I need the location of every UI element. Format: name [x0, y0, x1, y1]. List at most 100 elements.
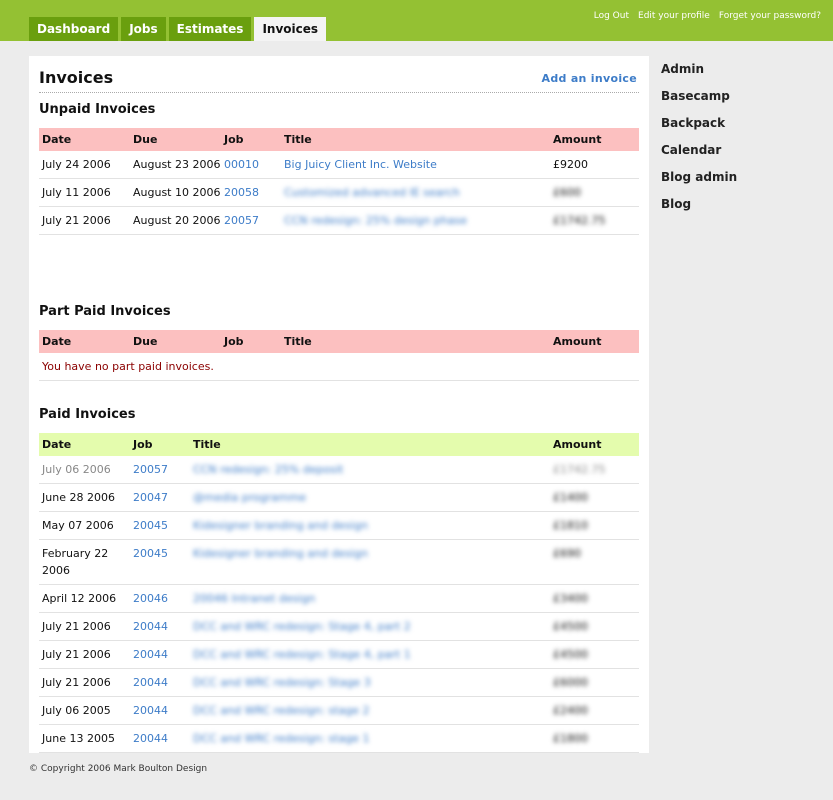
- job-link[interactable]: 20044: [133, 620, 168, 633]
- invoice-date: July 21 2006: [39, 640, 130, 669]
- invoice-amount: £1800: [550, 724, 639, 753]
- invoice-title-link[interactable]: CCN redesign: 25% deposit: [193, 463, 343, 476]
- table-row: June 13 2005 20044 DCC and WRC redesign: s…: [39, 724, 639, 753]
- tab-jobs[interactable]: Jobs: [121, 17, 166, 41]
- tab-dashboard[interactable]: Dashboard: [29, 17, 119, 41]
- table-row: July 21 2006 20044 DCC and WRC redesign: S…: [39, 612, 639, 641]
- sidebar-item-blog-admin[interactable]: Blog admin: [661, 170, 737, 197]
- invoice-amount: £3400: [550, 584, 639, 613]
- invoice-amount: £1742.75: [550, 206, 639, 235]
- col-title: Title: [281, 330, 550, 353]
- invoice-due: August 20 2006: [130, 206, 221, 235]
- table-row: July 06 2005 20044 DCC and WRC redesign: s…: [39, 696, 639, 725]
- sidebar-item-calendar[interactable]: Calendar: [661, 143, 737, 170]
- main-tabs: Dashboard Jobs Estimates Invoices: [29, 17, 329, 41]
- job-link[interactable]: 20045: [133, 519, 168, 532]
- col-job: Job: [221, 330, 281, 353]
- invoice-title-link[interactable]: Big Juicy Client Inc. Website: [284, 158, 437, 171]
- unpaid-heading: Unpaid Invoices: [39, 102, 156, 117]
- invoice-title-link[interactable]: DCC and WRC redesign: stage 1: [193, 732, 369, 745]
- col-amount: Amount: [550, 433, 639, 456]
- table-row: July 21 2006 20044 DCC and WRC redesign: S…: [39, 668, 639, 697]
- invoice-date: July 06 2006: [39, 456, 130, 484]
- paid-header-row: Date Job Title Amount: [39, 433, 639, 456]
- col-amount: Amount: [550, 128, 639, 151]
- job-link[interactable]: 20057: [133, 463, 168, 476]
- job-link[interactable]: 00010: [224, 158, 259, 171]
- invoice-title-link[interactable]: Customized advanced IE search: [284, 186, 460, 199]
- col-due: Due: [130, 128, 221, 151]
- part-paid-table: Date Due Job Title Amount You have no pa…: [39, 330, 639, 381]
- sidebar-item-basecamp[interactable]: Basecamp: [661, 89, 737, 116]
- invoice-date: February 22 2006: [39, 539, 130, 585]
- invoice-date: July 11 2006: [39, 178, 130, 207]
- invoice-amount: £1742.75: [550, 456, 639, 484]
- edit-profile-link[interactable]: Edit your profile: [638, 11, 710, 21]
- invoice-title-link[interactable]: @media programme: [193, 491, 306, 504]
- job-link[interactable]: 20047: [133, 491, 168, 504]
- job-link[interactable]: 20044: [133, 648, 168, 661]
- invoice-title-link[interactable]: DCC and WRC redesign: Stage 3: [193, 676, 371, 689]
- sidebar-item-blog[interactable]: Blog: [661, 197, 737, 224]
- table-row: July 06 2006 20057 CCN redesign: 25% depos…: [39, 456, 639, 484]
- job-link[interactable]: 20058: [224, 186, 259, 199]
- tab-invoices[interactable]: Invoices: [254, 17, 327, 41]
- invoice-title-link[interactable]: Kidesigner branding and design: [193, 547, 368, 560]
- table-row: July 11 2006 August 10 2006 20058 Custom…: [39, 178, 639, 207]
- page-header: Invoices Add an invoice: [39, 68, 639, 93]
- sidebar-item-backpack[interactable]: Backpack: [661, 116, 737, 143]
- empty-message: You have no part paid invoices.: [39, 353, 639, 381]
- log-out-link[interactable]: Log Out: [594, 11, 629, 21]
- table-row: June 28 2006 20047 @media programme £1400: [39, 483, 639, 512]
- col-date: Date: [39, 433, 130, 456]
- job-link[interactable]: 20057: [224, 214, 259, 227]
- invoice-title-link[interactable]: CCN redesign: 25% design phase: [284, 214, 467, 227]
- invoice-date: July 21 2006: [39, 668, 130, 697]
- col-date: Date: [39, 330, 130, 353]
- unpaid-header-row: Date Due Job Title Amount: [39, 128, 639, 151]
- job-link[interactable]: 20045: [133, 547, 168, 560]
- invoice-title-link[interactable]: 20046 Intranet design: [193, 592, 315, 605]
- table-row: You have no part paid invoices.: [39, 353, 639, 381]
- sidebar: Admin Basecamp Backpack Calendar Blog ad…: [661, 62, 737, 224]
- invoice-amount: £2400: [550, 696, 639, 725]
- col-job: Job: [221, 128, 281, 151]
- job-link[interactable]: 20044: [133, 732, 168, 745]
- job-link[interactable]: 20046: [133, 592, 168, 605]
- table-row: July 21 2006 August 20 2006 20057 CCN re…: [39, 206, 639, 235]
- forgot-password-link[interactable]: Forget your password?: [719, 11, 821, 21]
- invoice-amount: £4500: [550, 612, 639, 641]
- table-row: July 21 2006 20044 DCC and WRC redesign: S…: [39, 640, 639, 669]
- tab-estimates[interactable]: Estimates: [168, 17, 252, 41]
- invoice-date: July 06 2005: [39, 696, 130, 725]
- col-due: Due: [130, 330, 221, 353]
- sidebar-item-admin[interactable]: Admin: [661, 62, 737, 89]
- invoice-date: June 13 2005: [39, 724, 130, 753]
- invoice-title-link[interactable]: DCC and WRC redesign: Stage 4, part 2: [193, 620, 411, 633]
- col-title: Title: [190, 433, 550, 456]
- invoice-amount: £4500: [550, 640, 639, 669]
- footer-copyright: © Copyright 2006 Mark Boulton Design: [29, 764, 208, 774]
- invoice-title-link[interactable]: DCC and WRC redesign: Stage 4, part 1: [193, 648, 411, 661]
- paid-heading: Paid Invoices: [39, 407, 136, 422]
- col-date: Date: [39, 128, 130, 151]
- invoice-title-link[interactable]: Kidesigner branding and design: [193, 519, 368, 532]
- table-row: July 24 2006 August 23 2006 00010 Big Ju…: [39, 151, 639, 179]
- top-bar: Dashboard Jobs Estimates Invoices Log Ou…: [0, 0, 833, 41]
- account-links: Log Out Edit your profile Forget your pa…: [594, 11, 821, 21]
- invoice-date: July 21 2006: [39, 206, 130, 235]
- invoice-title-link[interactable]: DCC and WRC redesign: stage 2: [193, 704, 369, 717]
- paid-table: Date Job Title Amount July 06 2006 20057 C…: [39, 433, 639, 753]
- invoice-date: April 12 2006: [39, 584, 130, 613]
- col-title: Title: [281, 128, 550, 151]
- invoice-amount: £1400: [550, 483, 639, 512]
- job-link[interactable]: 20044: [133, 704, 168, 717]
- table-row: May 07 2006 20045 Kidesigner branding and …: [39, 511, 639, 540]
- invoice-amount: £6000: [550, 668, 639, 697]
- invoice-amount: £9200: [550, 151, 639, 179]
- invoice-amount: £690: [550, 539, 639, 585]
- add-invoice-link[interactable]: Add an invoice: [542, 72, 637, 85]
- table-row: February 22 2006 20045 Kidesigner branding…: [39, 539, 639, 585]
- job-link[interactable]: 20044: [133, 676, 168, 689]
- main-panel: Invoices Add an invoice Unpaid Invoices …: [29, 56, 649, 753]
